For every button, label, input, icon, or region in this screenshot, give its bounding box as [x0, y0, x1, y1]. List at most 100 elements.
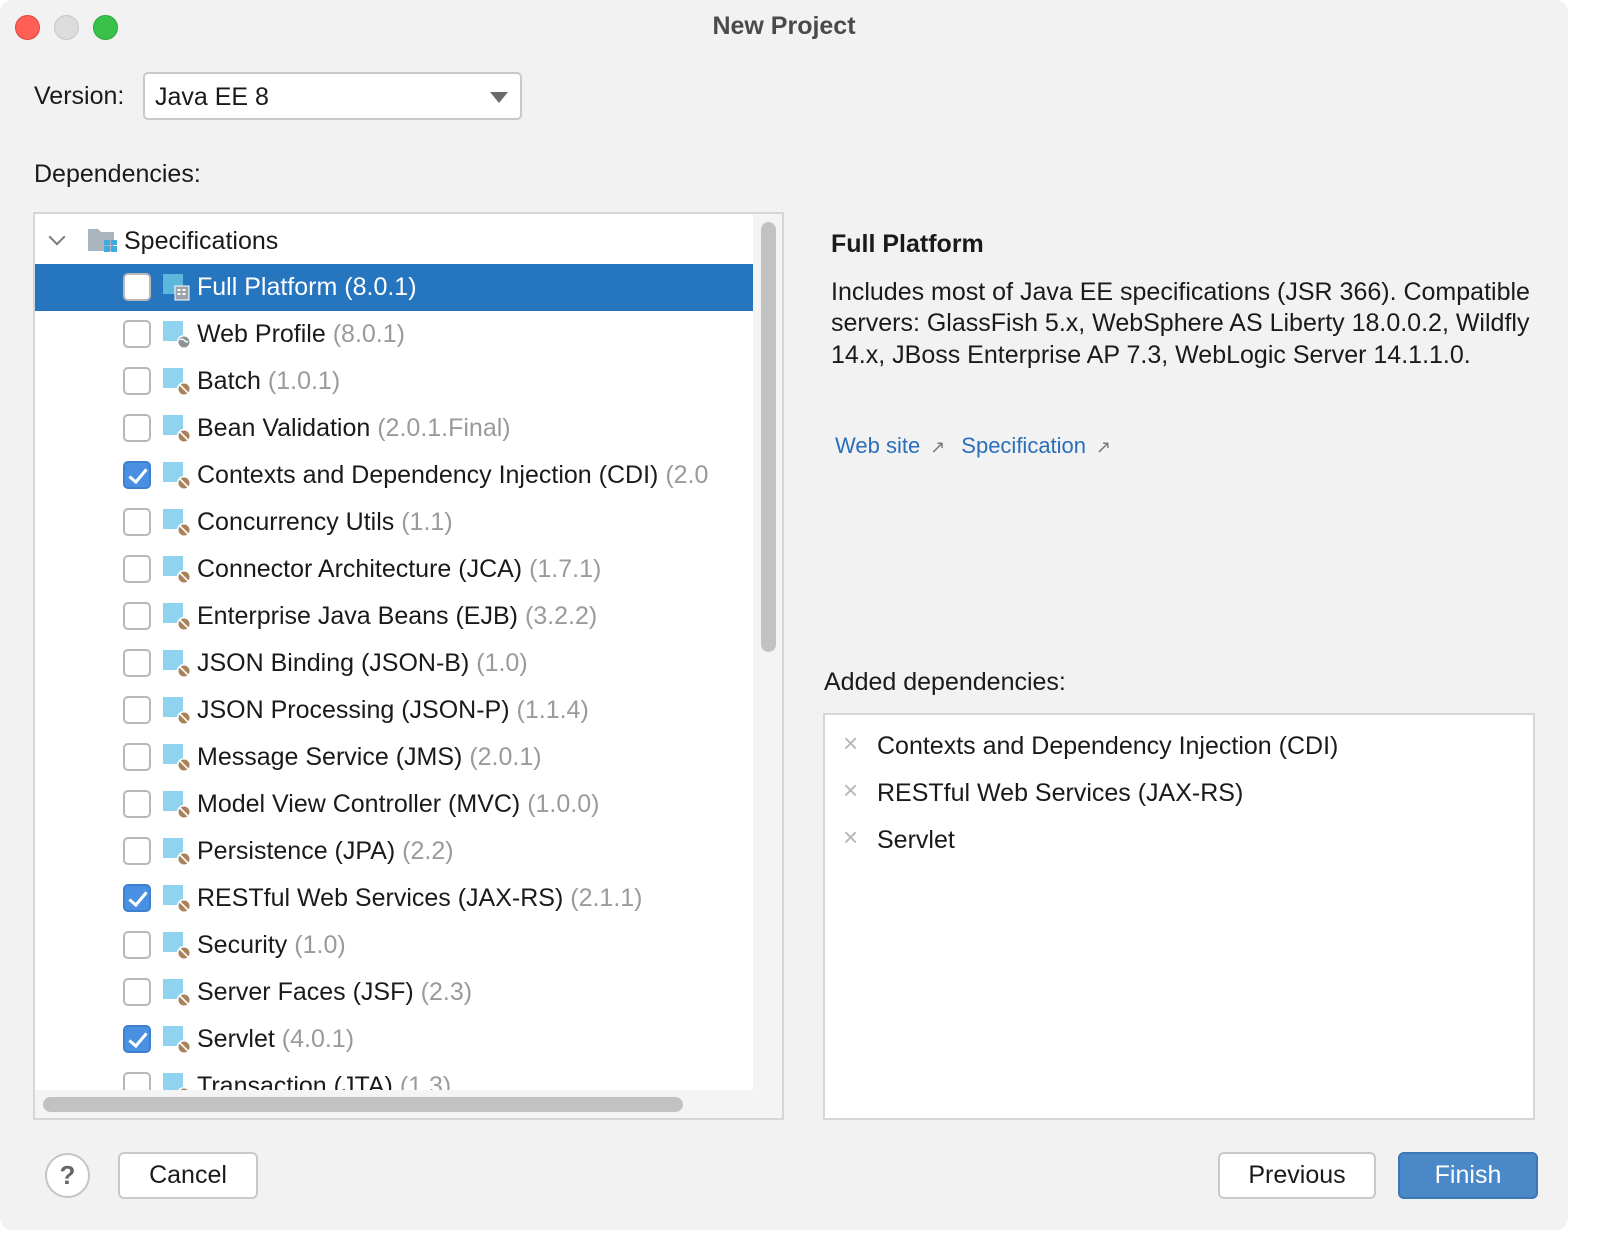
dependency-checkbox[interactable] — [123, 602, 151, 630]
tree-item[interactable]: Bean Validation (2.0.1.Final) — [35, 405, 755, 452]
dependency-name: Enterprise Java Beans (EJB) — [197, 602, 518, 630]
added-dependency-label: RESTful Web Services (JAX-RS) — [877, 779, 1244, 807]
dependency-name: Model View Controller (MVC) — [197, 790, 521, 818]
tree-item[interactable]: Full Platform (8.0.1) — [35, 264, 755, 311]
dependency-version: (8.0.1) — [332, 320, 405, 348]
horizontal-scrollbar-thumb[interactable] — [43, 1097, 683, 1112]
folder-icon — [88, 229, 117, 252]
chevron-down-icon[interactable] — [48, 228, 66, 246]
tree-item[interactable]: Concurrency Utils (1.1) — [35, 499, 755, 546]
spec-icon — [163, 932, 191, 960]
spec-icon — [163, 791, 191, 819]
dependencies-label: Dependencies: — [34, 160, 201, 188]
dependency-name: RESTful Web Services (JAX-RS) — [197, 884, 564, 912]
remove-icon[interactable]: × — [843, 777, 858, 803]
dependency-checkbox[interactable] — [123, 1072, 151, 1091]
dependency-name: Concurrency Utils — [197, 508, 395, 536]
tree-item-label: Batch (1.0.1) — [197, 367, 340, 396]
dependency-checkbox[interactable] — [123, 461, 151, 489]
added-dependency-item: × Servlet — [825, 814, 1533, 861]
dependency-checkbox[interactable] — [123, 367, 151, 395]
dependency-checkbox[interactable] — [123, 884, 151, 912]
spec-icon — [163, 1026, 191, 1054]
dependency-name: Server Faces (JSF) — [197, 978, 414, 1006]
dependency-version: (4.0.1) — [281, 1025, 355, 1053]
tree-item-label: Message Service (JMS) (2.0.1) — [197, 743, 542, 772]
vertical-scrollbar[interactable] — [753, 214, 782, 1092]
dependency-checkbox[interactable] — [123, 320, 151, 348]
specification-link[interactable]: Specification — [961, 433, 1086, 458]
dependency-name: Message Service (JMS) — [197, 743, 463, 771]
dependency-version: (1.3) — [399, 1072, 452, 1091]
tree-item[interactable]: Connector Architecture (JCA) (1.7.1) — [35, 546, 755, 593]
dependency-checkbox[interactable] — [123, 649, 151, 677]
tree-item[interactable]: Web Profile (8.0.1) — [35, 311, 755, 358]
web-profile-icon — [163, 321, 191, 349]
external-link-icon: ↗ — [1096, 437, 1112, 457]
dependency-checkbox[interactable] — [123, 790, 151, 818]
previous-button[interactable]: Previous — [1218, 1152, 1376, 1199]
tree-item-label: Full Platform (8.0.1) — [197, 273, 417, 302]
tree-item-label: Contexts and Dependency Injection (CDI) … — [197, 461, 708, 490]
vertical-scrollbar-thumb[interactable] — [761, 222, 776, 652]
tree-item-label: JSON Binding (JSON-B) (1.0) — [197, 649, 528, 678]
tree-item[interactable]: Contexts and Dependency Injection (CDI) … — [35, 452, 755, 499]
dependency-version: (1.0.1) — [267, 367, 341, 395]
window-title: New Project — [712, 12, 856, 40]
platform-icon — [163, 274, 190, 301]
dependency-name: Full Platform — [197, 273, 338, 301]
dependency-version: (2.3) — [420, 978, 473, 1006]
tree-item[interactable]: Security (1.0) — [35, 922, 755, 969]
tree-item[interactable]: Batch (1.0.1) — [35, 358, 755, 405]
finish-button[interactable]: Finish — [1398, 1152, 1538, 1199]
dependency-version: (1.0) — [294, 931, 346, 959]
tree-item[interactable]: JSON Binding (JSON-B) (1.0) — [35, 640, 755, 687]
dependency-checkbox[interactable] — [123, 555, 151, 583]
tree-item-label: Security (1.0) — [197, 931, 346, 960]
spec-icon — [163, 1073, 191, 1091]
dependency-name: Bean Validation — [197, 414, 371, 442]
tree-item[interactable]: Enterprise Java Beans (EJB) (3.2.2) — [35, 593, 755, 640]
version-dropdown[interactable]: Java EE 8 — [143, 72, 522, 120]
spec-icon — [163, 838, 191, 866]
dependency-checkbox[interactable] — [123, 931, 151, 959]
added-dependencies-list: × Contexts and Dependency Injection (CDI)… — [823, 713, 1535, 1120]
dependency-version: (2.0 — [665, 461, 709, 489]
help-button[interactable]: ? — [45, 1153, 90, 1198]
tree-item-label: Connector Architecture (JCA) (1.7.1) — [197, 555, 601, 584]
horizontal-scrollbar[interactable] — [35, 1090, 782, 1118]
tree-item[interactable]: Message Service (JMS) (2.0.1) — [35, 734, 755, 781]
web-site-link[interactable]: Web site — [835, 433, 920, 458]
tree-item[interactable]: Persistence (JPA) (2.2) — [35, 828, 755, 875]
dependency-checkbox[interactable] — [123, 273, 151, 301]
spec-icon — [163, 650, 191, 678]
tree-item[interactable]: Servlet (4.0.1) — [35, 1016, 755, 1063]
dependency-name: Contexts and Dependency Injection (CDI) — [197, 461, 659, 489]
remove-icon[interactable]: × — [843, 730, 858, 756]
tree-node-specifications[interactable]: Specifications — [35, 217, 755, 264]
new-project-dialog: New Project Version: Java EE 8 Dependenc… — [0, 0, 1568, 1230]
dependency-checkbox[interactable] — [123, 696, 151, 724]
dependency-checkbox[interactable] — [123, 837, 151, 865]
tree-item[interactable]: JSON Processing (JSON-P) (1.1.4) — [35, 687, 755, 734]
tree-item[interactable]: Server Faces (JSF) (2.3) — [35, 969, 755, 1016]
dependency-checkbox[interactable] — [123, 508, 151, 536]
dependency-checkbox[interactable] — [123, 978, 151, 1006]
tree-rows: Specifications Full Platform (8.0.1) Web … — [35, 217, 755, 1091]
tree-item[interactable]: RESTful Web Services (JAX-RS) (2.1.1) — [35, 875, 755, 922]
tree-item[interactable]: Transaction (JTA) (1.3) — [35, 1063, 755, 1091]
remove-icon[interactable]: × — [843, 824, 858, 850]
dependency-version: (1.1.4) — [516, 696, 589, 724]
cancel-button[interactable]: Cancel — [118, 1152, 258, 1199]
dependency-version: (8.0.1) — [344, 273, 417, 301]
dependency-checkbox[interactable] — [123, 414, 151, 442]
added-dependency-label: Servlet — [877, 826, 955, 854]
dependency-checkbox[interactable] — [123, 1025, 151, 1053]
dependency-name: Servlet — [197, 1025, 275, 1053]
dependency-name: Persistence (JPA) — [197, 837, 396, 865]
dependency-checkbox[interactable] — [123, 743, 151, 771]
dependency-version: (2.1.1) — [570, 884, 643, 912]
spec-icon — [163, 368, 191, 396]
tree-item-label: Servlet (4.0.1) — [197, 1025, 354, 1054]
tree-item[interactable]: Model View Controller (MVC) (1.0.0) — [35, 781, 755, 828]
